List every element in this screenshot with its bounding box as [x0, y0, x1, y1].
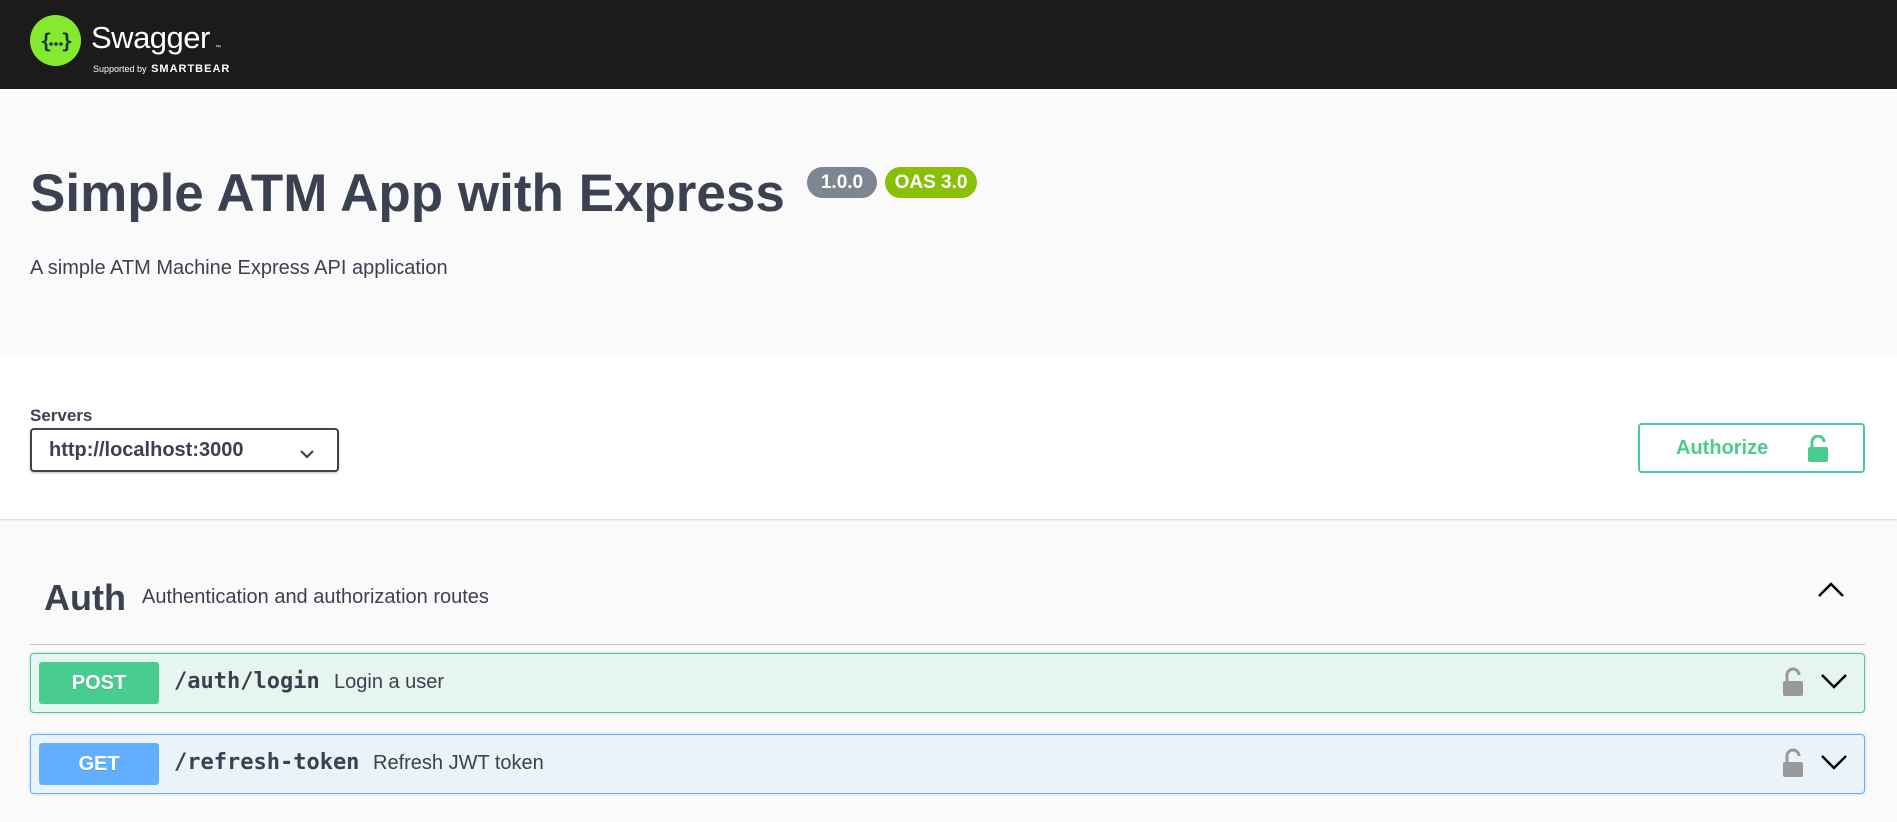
swagger-logo[interactable]: { } Swagger ™ Supported by SMARTBEAR: [30, 15, 251, 75]
info-section: Simple ATM App with Express 1.0.0 OAS 3.…: [0, 89, 1897, 356]
authorize-button[interactable]: Authorize: [1638, 423, 1865, 473]
logo-trademark: ™: [215, 45, 221, 51]
servers-selected-value: http://localhost:3000: [49, 438, 244, 461]
logo-subtitle: Supported by SMARTBEAR: [93, 63, 230, 75]
api-description: A simple ATM Machine Express API applica…: [30, 257, 448, 279]
operation-path: /auth/login: [174, 669, 320, 694]
svg-text:}: }: [61, 29, 73, 53]
svg-text:{: {: [40, 29, 52, 53]
swagger-logo-icon: { }: [30, 15, 81, 66]
chevron-down-icon[interactable]: [1820, 672, 1848, 695]
chevron-down-icon[interactable]: [1820, 753, 1848, 776]
operation-get-refresh-token[interactable]: GET /refresh-token Refresh JWT token: [30, 734, 1865, 794]
tag-header-auth[interactable]: Auth Authentication and authorization ro…: [30, 555, 1865, 645]
scheme-container: Servers http://localhost:3000 Authorize: [0, 356, 1897, 519]
servers-label: Servers: [30, 406, 93, 425]
topbar: { } Swagger ™ Supported by SMARTBEAR: [0, 0, 1897, 89]
unlocked-lock-icon: [1807, 434, 1829, 469]
servers-select[interactable]: http://localhost:3000: [30, 428, 339, 472]
logo-text: Swagger ™ Supported by SMARTBEAR: [91, 15, 251, 75]
authorize-label: Authorize: [1676, 436, 1769, 459]
chevron-down-icon: [299, 443, 315, 466]
oas-badge: OAS 3.0: [885, 167, 977, 198]
method-badge: GET: [39, 743, 159, 785]
logo-subtitle-prefix: Supported by: [93, 64, 147, 74]
operation-summary: Login a user: [334, 671, 445, 693]
version-badge: 1.0.0: [807, 167, 877, 198]
tag-description: Authentication and authorization routes: [142, 586, 489, 608]
operation-summary: Refresh JWT token: [373, 752, 544, 774]
logo-subtitle-brand: SMARTBEAR: [151, 63, 231, 75]
unlocked-lock-icon[interactable]: [1782, 667, 1804, 702]
unlocked-lock-icon[interactable]: [1782, 748, 1804, 783]
api-title: Simple ATM App with Express: [30, 164, 785, 223]
operation-post-auth-login[interactable]: POST /auth/login Login a user: [30, 653, 1865, 713]
chevron-up-icon[interactable]: [1817, 581, 1845, 604]
method-badge: POST: [39, 662, 159, 704]
operation-path: /refresh-token: [174, 750, 360, 775]
tag-name: Auth: [44, 577, 126, 618]
logo-name: Swagger: [91, 20, 210, 55]
